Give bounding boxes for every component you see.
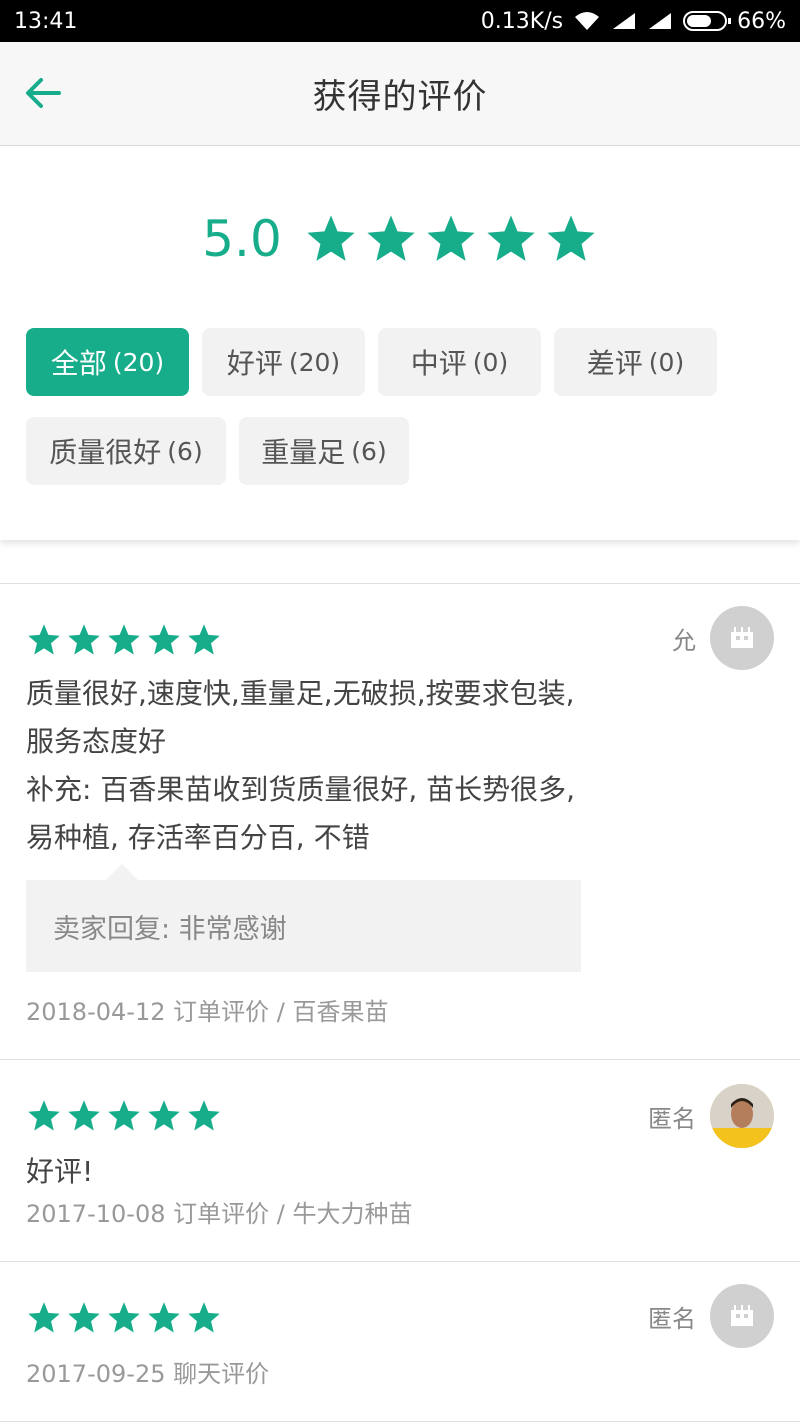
avatar[interactable] [710, 1084, 774, 1148]
star-icon [307, 215, 355, 261]
tag-label: 重量足 [261, 436, 346, 469]
reviewer: 匿名 [648, 1284, 774, 1348]
star-icon [188, 1302, 220, 1333]
battery-percent: 66% [737, 8, 786, 34]
tag-count: (20) [112, 347, 165, 377]
review-text: 好评! [26, 1148, 586, 1196]
battery-icon [683, 11, 732, 31]
star-icon [148, 1302, 180, 1333]
star-icon [188, 624, 220, 655]
star-icon [367, 215, 415, 261]
star-icon [28, 1100, 60, 1131]
reviewer: 允 [672, 606, 774, 670]
star-icon [108, 1302, 140, 1333]
back-button[interactable] [18, 68, 68, 118]
status-time: 13:41 [14, 8, 78, 34]
reviewer-name: 匿名 [648, 1304, 696, 1333]
star-icon [427, 215, 475, 261]
review-item: 允 质量很好,速度快,重量足,无破损,按要求包装,服务态度好 补充: 百香果苗收… [0, 584, 800, 1060]
tag-positive[interactable]: 好评 (20) [202, 328, 365, 396]
tag-good-quality[interactable]: 质量很好 (6) [26, 417, 226, 485]
reviewer-name: 匿名 [648, 1104, 696, 1133]
star-icon [68, 1302, 100, 1333]
tag-label: 全部 [50, 347, 107, 380]
review-stars [26, 1300, 222, 1336]
user-photo [710, 1084, 774, 1148]
network-speed: 0.13K/s [480, 8, 564, 34]
avatar[interactable] [710, 606, 774, 670]
score-value: 5.0 [202, 210, 282, 268]
star-icon [108, 1100, 140, 1131]
tag-count: (20) [288, 347, 341, 377]
filter-tags: 全部 (20) 好评 (20) 中评 (0) 差评 (0) 质量很好 (6) 重量足 (6) [26, 328, 786, 485]
tag-label: 差评 [586, 347, 643, 380]
star-icon [487, 215, 535, 261]
tag-all[interactable]: 全部 (20) [26, 328, 189, 396]
tag-count: (0) [472, 347, 509, 377]
star-icon [547, 215, 595, 261]
avatar[interactable] [710, 1284, 774, 1348]
star-icon [188, 1100, 220, 1131]
review-stars [26, 1098, 222, 1134]
star-icon [28, 624, 60, 655]
tag-negative[interactable]: 差评 (0) [554, 328, 717, 396]
back-arrow-icon [26, 78, 61, 108]
tag-full-weight[interactable]: 重量足 (6) [239, 417, 409, 485]
star-icon [68, 624, 100, 655]
review-meta: 2018-04-12 订单评价 / 百香果苗 [26, 998, 389, 1026]
wifi-icon [573, 10, 601, 32]
star-icon [148, 624, 180, 655]
rating-summary: 5.0 全部 (20) 好评 (20) 中评 (0) 差评 (0) 质量很好 (6) 重量… [0, 146, 800, 540]
store-icon [731, 627, 753, 648]
signal-icon [611, 11, 637, 31]
review-meta: 2017-09-25 聊天评价 [26, 1360, 270, 1388]
seller-reply: 卖家回复: 非常感谢 [26, 864, 581, 972]
star-icon [28, 1302, 60, 1333]
review-supplement: 补充: 百香果苗收到货质量很好, 苗长势很多, 易种植, 存活率百分百, 不错 [26, 773, 576, 854]
review-list[interactable]: 允 质量很好,速度快,重量足,无破损,按要求包装,服务态度好 补充: 百香果苗收… [0, 540, 800, 1422]
tag-count: (6) [167, 436, 203, 466]
store-icon [731, 1305, 753, 1326]
review-stars [26, 622, 222, 658]
tag-label: 质量很好 [49, 436, 162, 469]
review-body: 质量很好,速度快,重量足,无破损,按要求包装,服务态度好 [26, 677, 575, 758]
overall-score: 5.0 [0, 204, 800, 274]
reviewer: 匿名 [648, 1084, 774, 1148]
review-text: 质量很好,速度快,重量足,无破损,按要求包装,服务态度好 补充: 百香果苗收到货… [26, 670, 586, 862]
tag-count: (0) [648, 347, 685, 377]
review-item-partial [0, 540, 800, 584]
tag-label: 中评 [410, 347, 467, 380]
page-title: 获得的评价 [312, 77, 488, 117]
signal-icon [647, 11, 673, 31]
status-bar: 13:41 0.13K/s 66% [0, 0, 800, 42]
star-icon [148, 1100, 180, 1131]
review-item: 匿名 2017-09-25 聊天评价 [0, 1262, 800, 1422]
review-body: 好评! [26, 1155, 94, 1188]
reviewer-name: 允 [672, 626, 696, 655]
star-icon [108, 624, 140, 655]
navigation-bar: 获得的评价 [0, 42, 800, 146]
tag-count: (6) [351, 436, 387, 466]
review-meta: 2017-10-08 订单评价 / 牛大力种苗 [26, 1200, 413, 1228]
status-right: 0.13K/s 66% [481, 9, 786, 34]
star-icon [68, 1100, 100, 1131]
tag-neutral[interactable]: 中评 (0) [378, 328, 541, 396]
review-item: 匿名 好评! 2017-10-08 订单评价 / 牛大力种苗 [0, 1060, 800, 1262]
tag-label: 好评 [226, 347, 283, 380]
score-stars [304, 212, 598, 266]
